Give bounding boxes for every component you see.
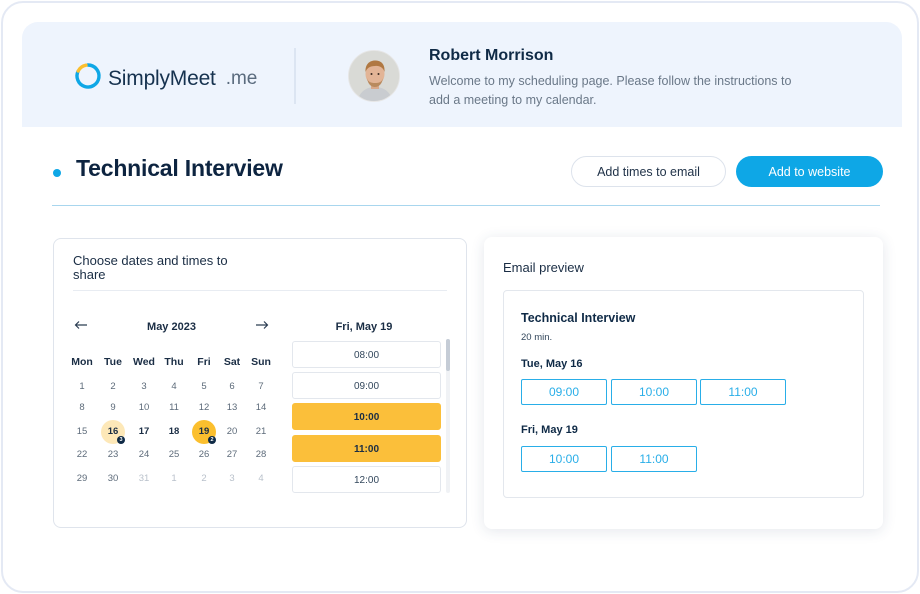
- calendar-day[interactable]: 4: [159, 379, 189, 395]
- calendar-day: 31: [138, 473, 150, 484]
- calendar-day[interactable]: 9: [98, 400, 128, 416]
- title-divider: [52, 205, 880, 206]
- email-time-chip[interactable]: 11:00: [700, 379, 786, 405]
- calendar-day[interactable]: 27: [217, 447, 247, 463]
- calendar-day[interactable]: 15: [67, 424, 97, 440]
- weekday-mon: Mon: [71, 356, 93, 368]
- email-time-chip[interactable]: 10:00: [611, 379, 697, 405]
- weekday-sun: Sun: [251, 356, 271, 368]
- selected-count-badge: 3: [117, 436, 125, 444]
- calendar-day[interactable]: 13: [217, 400, 247, 416]
- calendar-day[interactable]: 30: [98, 471, 128, 487]
- weekday-fri: Fri: [197, 356, 211, 368]
- selected-count-badge: 2: [208, 436, 216, 444]
- email-subject: Technical Interview: [521, 311, 636, 325]
- calendar-day[interactable]: 14: [246, 400, 276, 416]
- calendar-month: May 2023: [147, 321, 196, 333]
- add-times-to-email-button[interactable]: Add times to email: [571, 156, 726, 187]
- brand-logo[interactable]: SimplyMeet .me: [74, 62, 257, 95]
- time-slot[interactable]: 09:00: [292, 372, 441, 399]
- calendar-day[interactable]: 20: [217, 424, 247, 440]
- time-slot[interactable]: 08:00: [292, 341, 441, 368]
- time-slot[interactable]: 10:00: [292, 403, 441, 430]
- calendar-day[interactable]: 12: [189, 400, 219, 416]
- slots-heading: Fri, May 19: [335, 321, 393, 333]
- calendar-day: 3: [229, 473, 235, 484]
- email-day-label: Fri, May 19: [521, 424, 578, 436]
- email-time-chip[interactable]: 09:00: [521, 379, 607, 405]
- app-frame: SimplyMeet .me Robert Morrison Welcome t…: [1, 1, 919, 593]
- slot-scrollbar-thumb[interactable]: [446, 339, 450, 371]
- date-time-picker: Choose dates and times to share May 2023…: [53, 238, 467, 528]
- calendar-day[interactable]: 21: [246, 424, 276, 440]
- weekday-sat: Sat: [223, 356, 241, 368]
- email-time-chip[interactable]: 10:00: [521, 446, 607, 472]
- calendar-day[interactable]: 25: [159, 447, 189, 463]
- calendar-day: 4: [258, 473, 264, 484]
- calendar-day[interactable]: 7: [246, 379, 276, 395]
- weekday-tue: Tue: [104, 356, 122, 368]
- calendar-day[interactable]: 16 3: [101, 420, 125, 444]
- calendar-day[interactable]: 18: [159, 424, 189, 440]
- email-day-label: Tue, May 16: [521, 358, 583, 370]
- add-to-website-button[interactable]: Add to website: [736, 156, 883, 187]
- arc-logo-icon: [74, 62, 102, 95]
- picker-title: Choose dates and times to share: [73, 253, 228, 282]
- profile-name: Robert Morrison: [429, 47, 554, 64]
- calendar-day: 2: [201, 473, 207, 484]
- calendar-day[interactable]: 23: [98, 447, 128, 463]
- title-bullet: [53, 169, 61, 177]
- user-avatar: [348, 50, 400, 102]
- header-divider: [294, 48, 296, 104]
- calendar-day[interactable]: 11: [159, 400, 189, 416]
- calendar-day: 1: [171, 473, 177, 484]
- profile-header: SimplyMeet .me Robert Morrison Welcome t…: [22, 22, 902, 127]
- calendar-day[interactable]: 28: [246, 447, 276, 463]
- calendar-day[interactable]: 8: [67, 400, 97, 416]
- brand-name: SimplyMeet: [108, 66, 216, 90]
- arrow-left-icon[interactable]: [74, 319, 88, 333]
- email-time-chip[interactable]: 11:00: [611, 446, 697, 472]
- brand-tld: .me: [225, 67, 258, 89]
- calendar-day[interactable]: 22: [67, 447, 97, 463]
- preview-title: Email preview: [503, 260, 584, 275]
- arrow-right-icon[interactable]: [255, 319, 269, 333]
- time-slot[interactable]: 12:00: [292, 466, 441, 493]
- page-title: Technical Interview: [76, 155, 283, 181]
- calendar-day[interactable]: 26: [189, 447, 219, 463]
- email-card: Technical Interview 20 min. Tue, May 16 0…: [503, 290, 864, 498]
- calendar-day[interactable]: 1: [67, 379, 97, 395]
- calendar-day[interactable]: 5: [189, 379, 219, 395]
- email-preview-panel: Email preview Technical Interview 20 min…: [484, 237, 883, 529]
- calendar-day[interactable]: 6: [217, 379, 247, 395]
- time-slot[interactable]: 11:00: [292, 435, 441, 462]
- weekday-wed: Wed: [133, 356, 155, 368]
- calendar-day[interactable]: 17: [129, 424, 159, 440]
- email-duration: 20 min.: [521, 332, 553, 343]
- weekday-thu: Thu: [164, 356, 184, 368]
- profile-welcome: Welcome to my scheduling page. Please fo…: [429, 74, 792, 107]
- picker-divider: [73, 290, 447, 291]
- calendar-day[interactable]: 10: [129, 400, 159, 416]
- calendar-day[interactable]: 19 2: [192, 420, 216, 444]
- calendar-day[interactable]: 2: [98, 379, 128, 395]
- calendar-day[interactable]: 24: [129, 447, 159, 463]
- calendar-day[interactable]: 3: [129, 379, 159, 395]
- calendar-day[interactable]: 29: [67, 471, 97, 487]
